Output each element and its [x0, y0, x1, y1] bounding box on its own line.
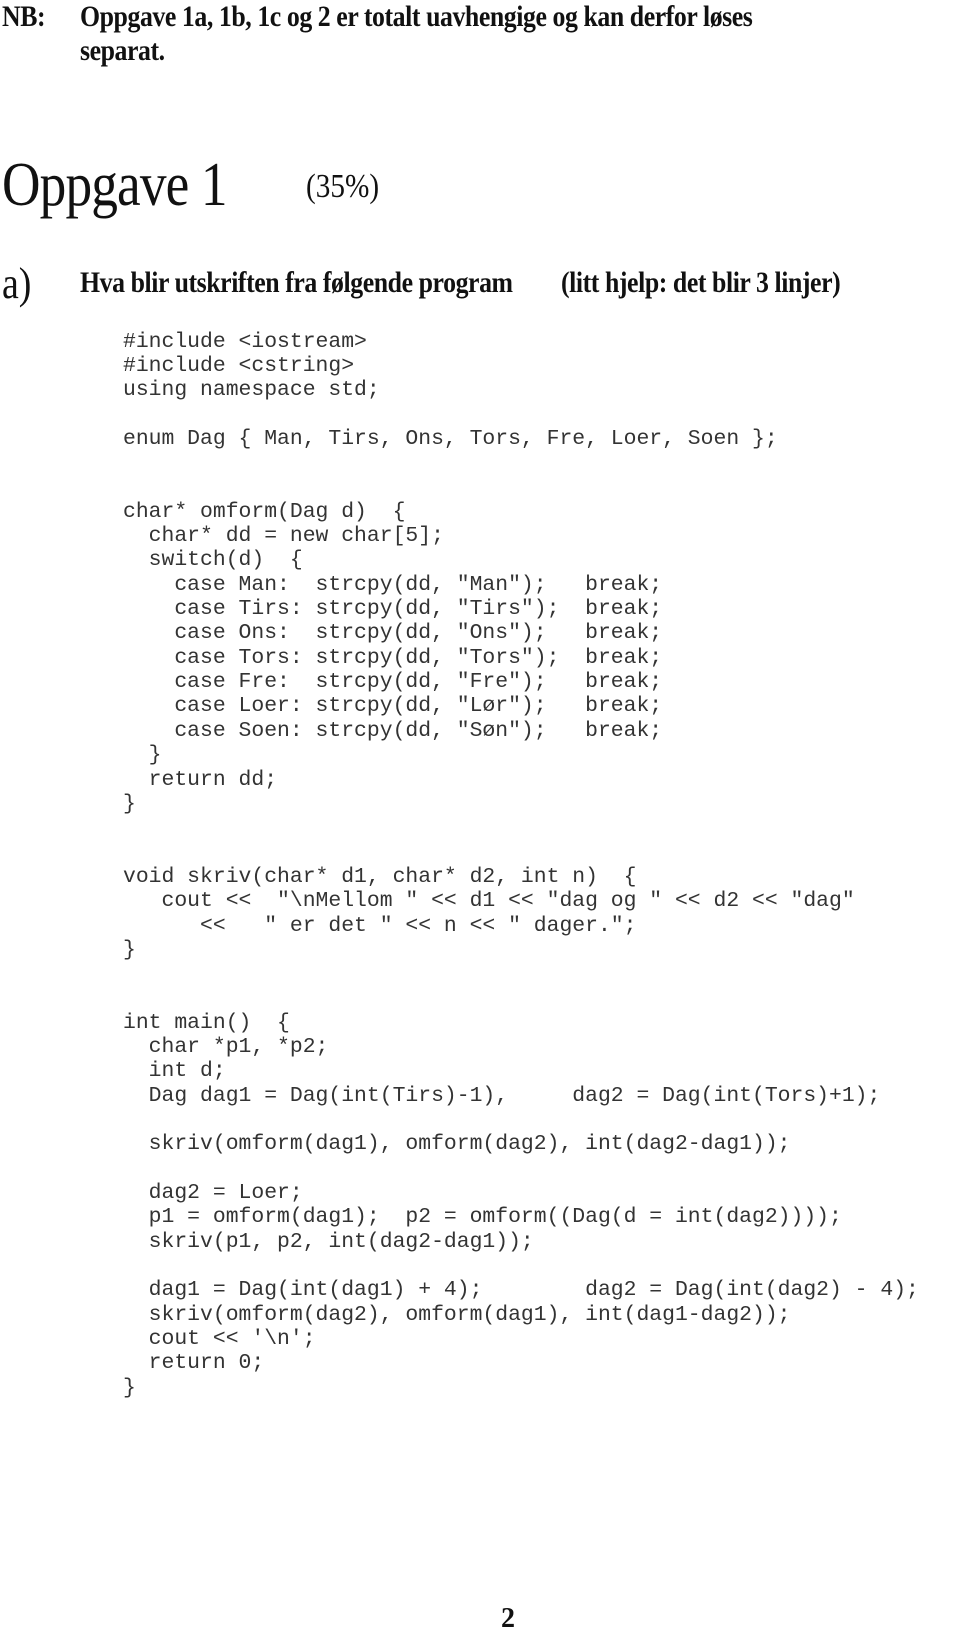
code-line: return dd; [123, 768, 278, 792]
code-line: case Fre: strcpy(dd, "Fre"); break; [123, 670, 663, 694]
code-line: case Man: strcpy(dd, "Man"); break; [123, 573, 663, 597]
code-line: cout << "\nMellom " << d1 << "dag og " <… [123, 889, 855, 913]
subtask-label: a) [2, 259, 32, 308]
code-line: int main() { [123, 1011, 290, 1035]
code-line: skriv(omform(dag1), omform(dag2), int(da… [123, 1132, 791, 1156]
code-line: dag2 = Loer; [123, 1181, 303, 1205]
code-line: #include <iostream> [123, 330, 367, 354]
code-line: int d; [123, 1059, 226, 1083]
code-line: << " er det " << n << " dager."; [123, 914, 637, 938]
code-line: char* omform(Dag d) { [123, 500, 406, 524]
code-line: #include <cstring> [123, 354, 355, 378]
code-line: cout << '\n'; [123, 1327, 316, 1351]
note-label: NB: [2, 0, 46, 33]
code-line: case Loer: strcpy(dd, "Lør"); break; [123, 694, 663, 718]
code-line: switch(d) { [123, 548, 303, 572]
code-line: skriv(omform(dag2), omform(dag1), int(da… [123, 1303, 791, 1327]
code-line: return 0; [123, 1351, 265, 1375]
code-line: dag1 = Dag(int(dag1) + 4); dag2 = Dag(in… [123, 1278, 919, 1302]
subtask-hint: (litt hjelp: det blir 3 linjer) [561, 266, 841, 299]
subtask-question: Hva blir utskriften fra følgende program [80, 266, 513, 299]
code-line: case Soen: strcpy(dd, "Søn"); break; [123, 719, 663, 743]
code-line: } [123, 792, 136, 816]
code-line: Dag dag1 = Dag(int(Tirs)-1), dag2 = Dag(… [123, 1084, 881, 1108]
note-text-line2: separat. [80, 34, 165, 67]
code-line: using namespace std; [123, 378, 380, 402]
code-line: char *p1, *p2; [123, 1035, 329, 1059]
section-weight: (35%) [306, 168, 380, 205]
page-number: 2 [501, 1603, 515, 1634]
code-line: } [123, 1376, 136, 1400]
code-line: case Ons: strcpy(dd, "Ons"); break; [123, 621, 663, 645]
code-line: } [123, 743, 162, 767]
code-line: } [123, 938, 136, 962]
code-line: skriv(p1, p2, int(dag2-dag1)); [123, 1230, 534, 1254]
code-line: case Tors: strcpy(dd, "Tors"); break; [123, 646, 663, 670]
code-line: char* dd = new char[5]; [123, 524, 444, 548]
section-title: Oppgave 1 [2, 151, 228, 219]
code-line: p1 = omform(dag1); p2 = omform((Dag(d = … [123, 1205, 842, 1229]
code-line: case Tirs: strcpy(dd, "Tirs"); break; [123, 597, 663, 621]
code-line: void skriv(char* d1, char* d2, int n) { [123, 865, 637, 889]
note-text-line1: Oppgave 1a, 1b, 1c og 2 er totalt uavhen… [80, 0, 753, 33]
code-line: enum Dag { Man, Tirs, Ons, Tors, Fre, Lo… [123, 427, 778, 451]
